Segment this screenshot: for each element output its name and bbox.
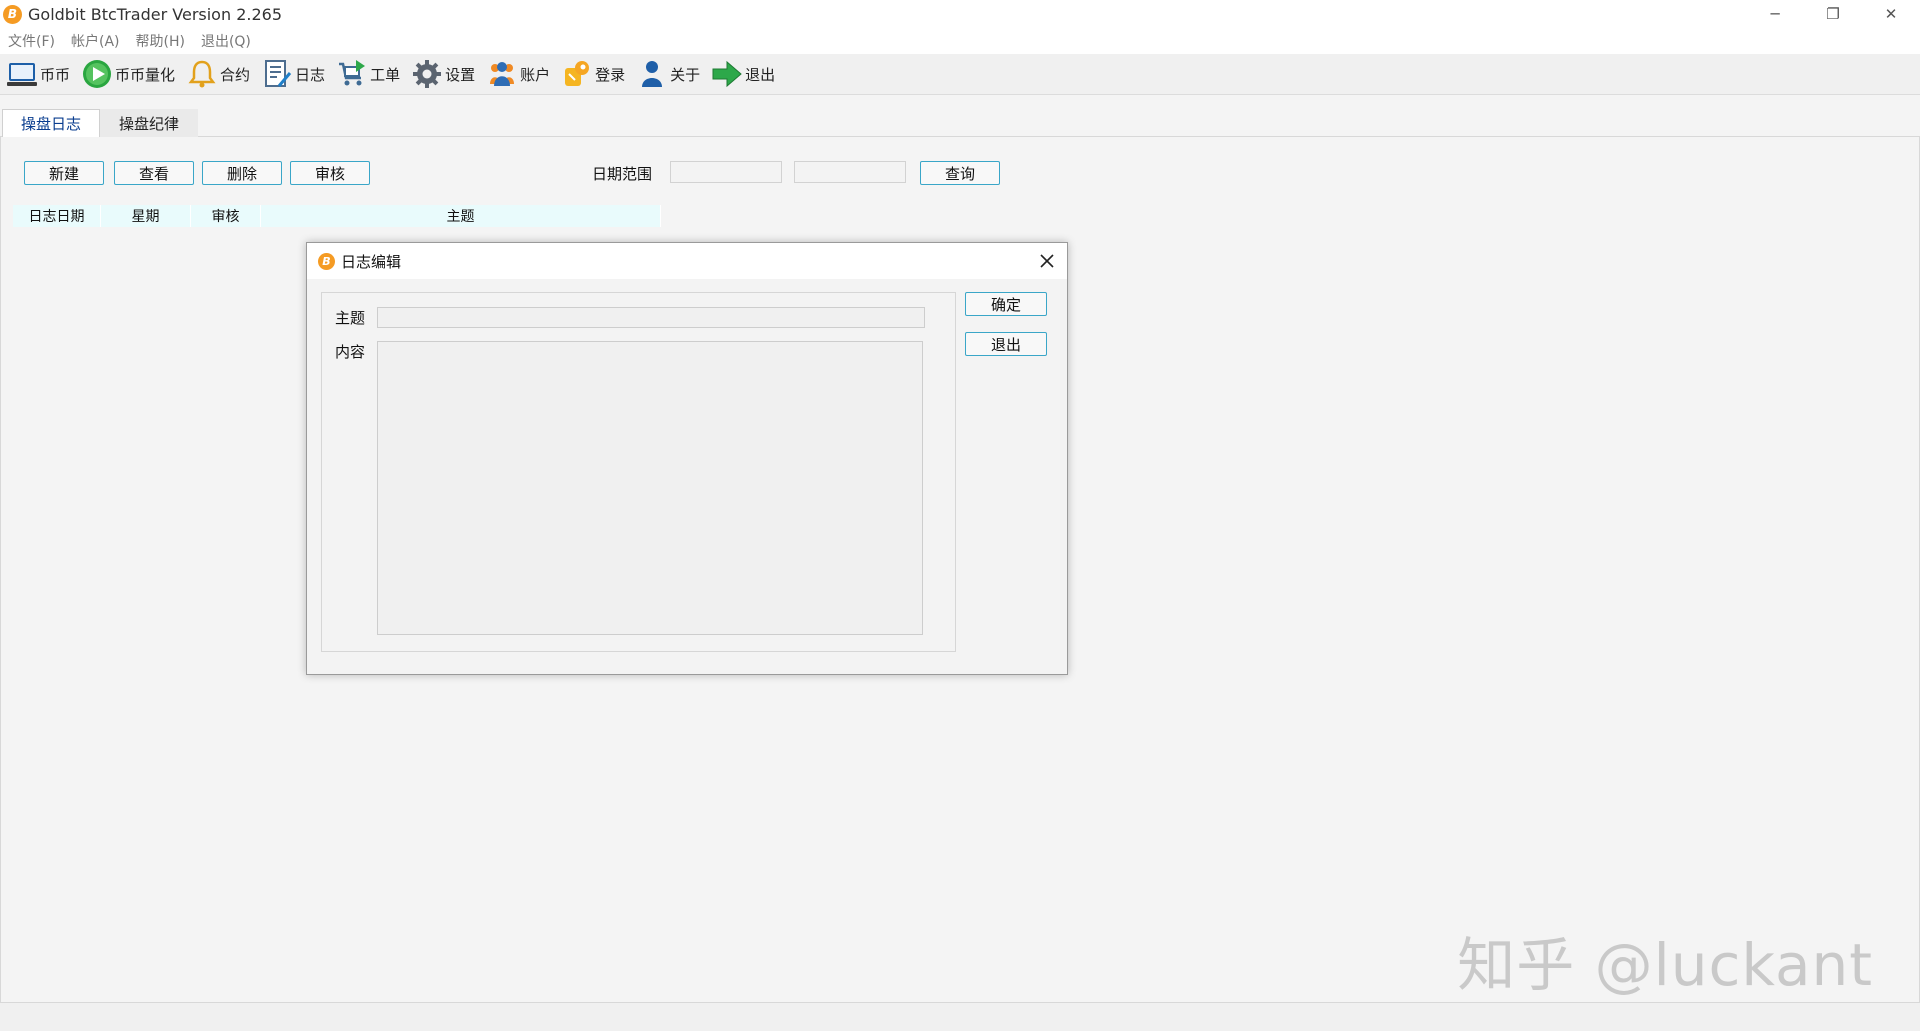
toolbar: 币币 币币量化 合约 日志 工单 设置 账户 登录 关于 退出 bbox=[0, 54, 1920, 95]
content-label: 内容 bbox=[335, 343, 366, 361]
menu-account[interactable]: 帐户(A) bbox=[71, 31, 120, 51]
minimize-button[interactable]: ─ bbox=[1746, 0, 1804, 28]
bell-icon bbox=[188, 60, 216, 88]
toolbar-contract-button[interactable]: 合约 bbox=[186, 56, 250, 92]
toolbar-quant-button[interactable]: 币币量化 bbox=[81, 56, 175, 92]
bitcoin-logo-icon: B bbox=[318, 252, 335, 270]
toolbar-account-button[interactable]: 账户 bbox=[486, 56, 550, 92]
toolbar-order-button[interactable]: 工单 bbox=[336, 56, 400, 92]
toolbar-login-label: 登录 bbox=[595, 65, 626, 84]
menu-help[interactable]: 帮助(H) bbox=[136, 31, 185, 51]
minimize-icon: ─ bbox=[1770, 5, 1780, 23]
content-textarea[interactable] bbox=[377, 341, 923, 635]
dialog-titlebar: B 日志编辑 bbox=[307, 243, 1067, 279]
toolbar-about-label: 关于 bbox=[670, 65, 701, 84]
person-icon bbox=[642, 61, 663, 87]
close-icon bbox=[1040, 254, 1054, 268]
menubar: 文件(F) 帐户(A) 帮助(H) 退出(Q) bbox=[0, 28, 1920, 54]
column-header-date[interactable]: 日志日期 bbox=[13, 205, 101, 227]
window-controls: ─ ❐ ✕ bbox=[1746, 0, 1920, 28]
tab-trading-log[interactable]: 操盘日志 bbox=[2, 109, 100, 137]
dialog-form-group: 主题 内容 bbox=[321, 292, 956, 652]
review-button[interactable]: 审核 bbox=[290, 161, 370, 185]
column-header-weekday[interactable]: 星期 bbox=[101, 205, 191, 227]
toolbar-spot-label: 币币 bbox=[40, 65, 71, 84]
key-icon bbox=[565, 61, 590, 86]
tab-trading-discipline[interactable]: 操盘纪律 bbox=[100, 109, 198, 137]
menu-file[interactable]: 文件(F) bbox=[8, 31, 55, 51]
column-header-subject[interactable]: 主题 bbox=[261, 205, 661, 227]
bitcoin-logo-icon: B bbox=[3, 4, 22, 24]
dialog-exit-button[interactable]: 退出 bbox=[965, 332, 1047, 356]
toolbar-settings-button[interactable]: 设置 bbox=[411, 56, 475, 92]
watermark-text: 知乎 @luckant bbox=[1457, 931, 1873, 999]
confirm-button[interactable]: 确定 bbox=[965, 292, 1047, 316]
statusbar bbox=[0, 1003, 1920, 1031]
toolbar-quant-label: 币币量化 bbox=[115, 65, 176, 84]
exit-arrow-icon bbox=[712, 60, 742, 88]
view-button[interactable]: 查看 bbox=[114, 161, 194, 185]
query-button[interactable]: 查询 bbox=[920, 161, 1000, 185]
log-edit-dialog: B 日志编辑 主题 内容 确定 退出 bbox=[306, 242, 1068, 675]
toolbar-log-button[interactable]: 日志 bbox=[261, 56, 325, 92]
window-titlebar: B Goldbit BtcTrader Version 2.265 ─ ❐ ✕ bbox=[0, 0, 1920, 28]
window-title: Goldbit BtcTrader Version 2.265 bbox=[28, 4, 282, 24]
toolbar-exit-label: 退出 bbox=[745, 65, 776, 84]
restore-icon: ❐ bbox=[1826, 5, 1840, 23]
tab-strip: 操盘日志 操盘纪律 bbox=[0, 109, 1920, 137]
toolbar-spot-button[interactable]: 币币 bbox=[6, 56, 70, 92]
toolbar-login-button[interactable]: 登录 bbox=[561, 56, 625, 92]
notepad-icon bbox=[265, 60, 292, 87]
dialog-title: 日志编辑 bbox=[341, 252, 402, 271]
new-button[interactable]: 新建 bbox=[24, 161, 104, 185]
log-grid-header: 日志日期 星期 审核 主题 bbox=[13, 205, 661, 227]
toolbar-settings-label: 设置 bbox=[445, 65, 476, 84]
dialog-close-button[interactable] bbox=[1035, 249, 1059, 273]
date-range-label: 日期范围 bbox=[592, 165, 653, 183]
toolbar-contract-label: 合约 bbox=[220, 65, 251, 84]
restore-button[interactable]: ❐ bbox=[1804, 0, 1862, 28]
subject-input[interactable] bbox=[377, 307, 925, 328]
cart-icon bbox=[339, 60, 366, 86]
users-icon bbox=[490, 62, 515, 86]
date-from-input[interactable] bbox=[670, 161, 782, 183]
delete-button[interactable]: 删除 bbox=[202, 161, 282, 185]
toolbar-exit-button[interactable]: 退出 bbox=[711, 56, 775, 92]
close-icon: ✕ bbox=[1884, 5, 1898, 23]
toolbar-log-label: 日志 bbox=[295, 65, 326, 84]
column-header-review[interactable]: 审核 bbox=[191, 205, 261, 227]
subject-label: 主题 bbox=[335, 309, 366, 327]
gear-icon bbox=[413, 60, 442, 88]
play-circle-icon bbox=[83, 60, 112, 88]
date-to-input[interactable] bbox=[794, 161, 906, 183]
monitor-icon bbox=[7, 63, 37, 86]
toolbar-about-button[interactable]: 关于 bbox=[636, 56, 700, 92]
close-window-button[interactable]: ✕ bbox=[1862, 0, 1920, 28]
toolbar-account-label: 账户 bbox=[520, 65, 551, 84]
menu-exit[interactable]: 退出(Q) bbox=[201, 31, 251, 51]
toolbar-order-label: 工单 bbox=[370, 65, 401, 84]
